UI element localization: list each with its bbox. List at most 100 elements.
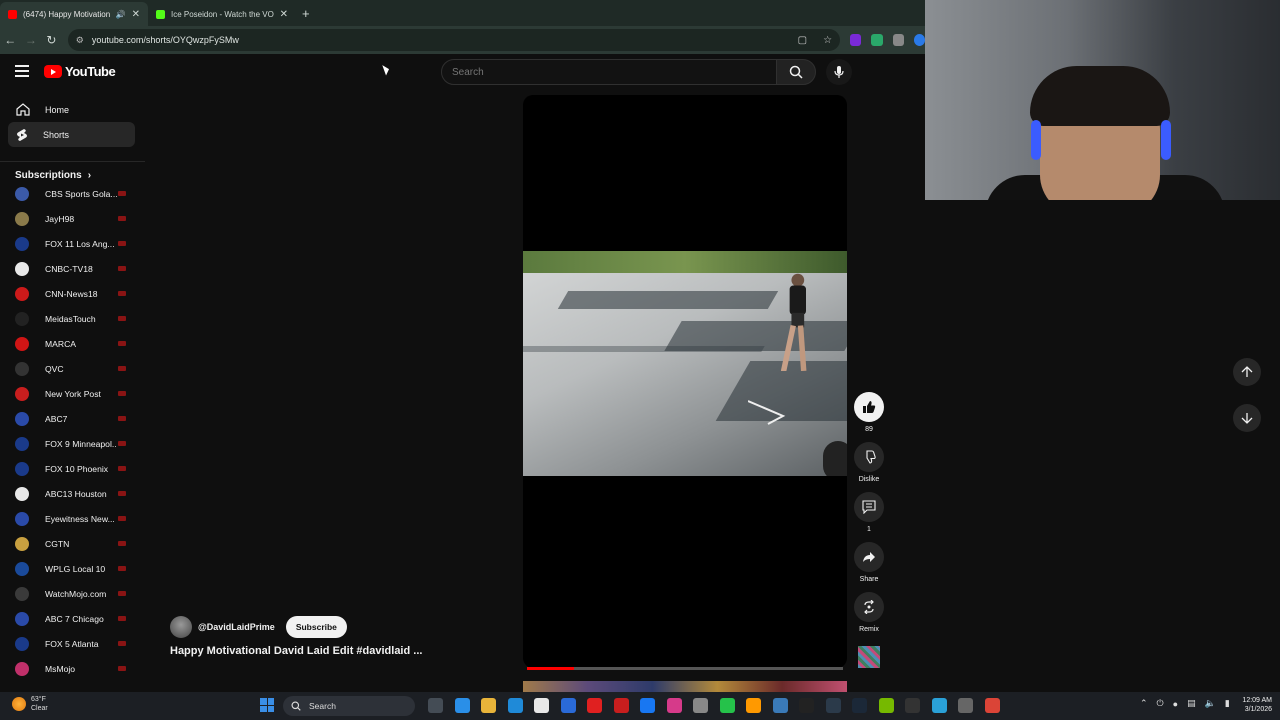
remix-button[interactable] [854, 592, 884, 622]
subscription-item[interactable]: ABC 7 Chicago [0, 606, 145, 631]
channel-avatar[interactable] [170, 616, 192, 638]
subscription-item[interactable]: FOX 10 Phoenix [0, 456, 145, 481]
next-short-preview[interactable] [523, 681, 847, 692]
subscription-item[interactable]: ABC13 Houston [0, 481, 145, 506]
search-box[interactable] [441, 59, 777, 85]
weather-widget[interactable]: 63°F Clear [12, 695, 48, 713]
subscriptions-header[interactable]: Subscriptions › [0, 161, 145, 181]
taskbar-app-icon[interactable] [825, 698, 841, 713]
dislike-button[interactable] [854, 442, 884, 472]
network-icon[interactable]: ▤ [1187, 698, 1196, 709]
subscription-item[interactable]: QVC [0, 356, 145, 381]
subscription-item[interactable]: MeidasTouch [0, 306, 145, 331]
subscription-item[interactable]: ABC7 [0, 406, 145, 431]
sound-thumbnail[interactable] [858, 646, 880, 668]
taskbar-app-icon[interactable] [958, 698, 973, 713]
youtube-favicon-icon [8, 9, 17, 19]
taskbar-app-icon[interactable] [772, 698, 788, 713]
voice-search-button[interactable] [826, 59, 852, 85]
subscription-item[interactable]: Eyewitness New... [0, 506, 145, 531]
taskbar-app-icon[interactable] [534, 698, 549, 713]
search-button[interactable] [776, 59, 816, 85]
extension-k-icon[interactable] [850, 34, 862, 46]
close-tab-icon[interactable]: ✕ [280, 9, 288, 20]
subscription-item[interactable]: MsMojo [0, 656, 145, 681]
forward-arrow-icon[interactable]: → [21, 33, 42, 47]
subscription-item[interactable]: CGTN [0, 531, 145, 556]
taskbar-search[interactable]: Search [283, 696, 415, 716]
sidebar-item-shorts[interactable]: Shorts [8, 122, 135, 147]
taskbar-app-icon[interactable] [719, 698, 735, 713]
short-title[interactable]: Happy Motivational David Laid Edit #davi… [170, 645, 460, 657]
address-bar[interactable]: ⚙ youtube.com/shorts/OYQwzpFySMw ▢ ☆ [67, 29, 841, 51]
share-button[interactable] [854, 542, 884, 572]
channel-handle[interactable]: @DavidLaidPrime [198, 622, 275, 632]
reload-icon[interactable]: ↻ [41, 33, 62, 47]
taskbar-app-icon[interactable] [560, 698, 576, 713]
windows-start-icon[interactable] [260, 698, 274, 712]
taskbar-app-icon[interactable] [984, 698, 1000, 713]
new-tab-icon[interactable]: + [302, 6, 310, 21]
taskbar-app-icon[interactable] [454, 698, 470, 713]
extension-grey-icon[interactable] [892, 34, 904, 46]
channel-avatar [15, 586, 29, 601]
taskbar-app-icon[interactable] [666, 698, 682, 713]
subscription-item[interactable]: CBS Sports Gola... [0, 181, 145, 206]
taskbar-app-icon[interactable] [905, 698, 920, 713]
site-info-icon[interactable]: ⚙ [76, 35, 84, 46]
sidebar-item-home[interactable]: Home [8, 97, 135, 122]
comments-button[interactable] [854, 492, 884, 522]
extension-blue-icon[interactable] [913, 34, 926, 46]
extension-green-icon[interactable] [871, 34, 883, 46]
youtube-logo[interactable]: YouTube [44, 64, 116, 79]
back-arrow-icon[interactable]: ← [0, 33, 21, 47]
mute-icon[interactable]: ⏻ [1157, 698, 1164, 709]
taskbar-app-icon[interactable] [613, 698, 629, 713]
browser-tab-youtube[interactable]: (6474) Happy Motivational 🔊 ✕ [0, 2, 148, 26]
subscription-item[interactable]: MARCA [0, 331, 145, 356]
subscription-item[interactable]: FOX 5 Atlanta [0, 631, 145, 656]
taskbar-app-icon[interactable] [481, 698, 496, 713]
video-progress-bar[interactable] [527, 667, 843, 670]
menu-icon[interactable] [15, 65, 29, 77]
live-indicator-icon [118, 591, 126, 596]
subscription-item[interactable]: WatchMojo.com [0, 581, 145, 606]
taskbar-app-icon[interactable] [693, 698, 708, 713]
taskbar-app-icon[interactable] [640, 698, 655, 713]
subscription-item[interactable]: CNN-News18 [0, 281, 145, 306]
chevron-up-icon[interactable]: ⌃ [1140, 698, 1148, 709]
taskbar-app-icon[interactable] [587, 698, 602, 713]
subscription-name: MARCA [45, 338, 77, 349]
subscription-item[interactable]: FOX 11 Los Ang... [0, 231, 145, 256]
subscription-item[interactable]: FOX 9 Minneapol... [0, 431, 145, 456]
subscription-item[interactable]: CNBC-TV18 [0, 256, 145, 281]
battery-icon[interactable]: ▮ [1225, 698, 1230, 709]
like-count: 89 [865, 426, 873, 433]
close-tab-icon[interactable]: ✕ [132, 9, 140, 20]
install-app-icon[interactable]: ▢ [798, 35, 807, 46]
bookmark-star-icon[interactable]: ☆ [823, 35, 832, 46]
taskbar-app-icon[interactable] [931, 698, 947, 713]
microphone-icon[interactable]: ● [1173, 699, 1178, 709]
taskbar-clock[interactable]: 12:09 AM 3/1/2026 [1236, 696, 1272, 714]
taskbar-app-icon[interactable] [799, 698, 814, 713]
browser-tab-kick[interactable]: Ice Poseidon - Watch the VOD ✕ [148, 2, 296, 26]
subscription-item[interactable]: New York Post [0, 381, 145, 406]
taskbar-app-icon[interactable] [428, 698, 443, 713]
subscription-item[interactable]: JayH98 [0, 206, 145, 231]
next-short-button[interactable] [1233, 404, 1261, 432]
search-input[interactable] [452, 66, 752, 78]
subscription-name: JayH98 [45, 213, 75, 224]
live-indicator-icon [118, 241, 126, 246]
dislike-action: Dislike [852, 442, 886, 485]
volume-icon[interactable]: 🔈 [1205, 698, 1216, 709]
subscribe-button[interactable]: Subscribe [285, 616, 347, 638]
subscription-item[interactable]: WPLG Local 10 [0, 556, 145, 581]
taskbar-app-icon[interactable] [878, 698, 894, 713]
taskbar-app-icon[interactable] [852, 698, 867, 713]
previous-short-button[interactable] [1233, 358, 1261, 386]
subscription-name: FOX 10 Phoenix [45, 463, 109, 474]
taskbar-app-icon[interactable] [746, 698, 761, 713]
taskbar-app-icon[interactable] [507, 698, 523, 713]
like-button[interactable] [854, 392, 884, 422]
